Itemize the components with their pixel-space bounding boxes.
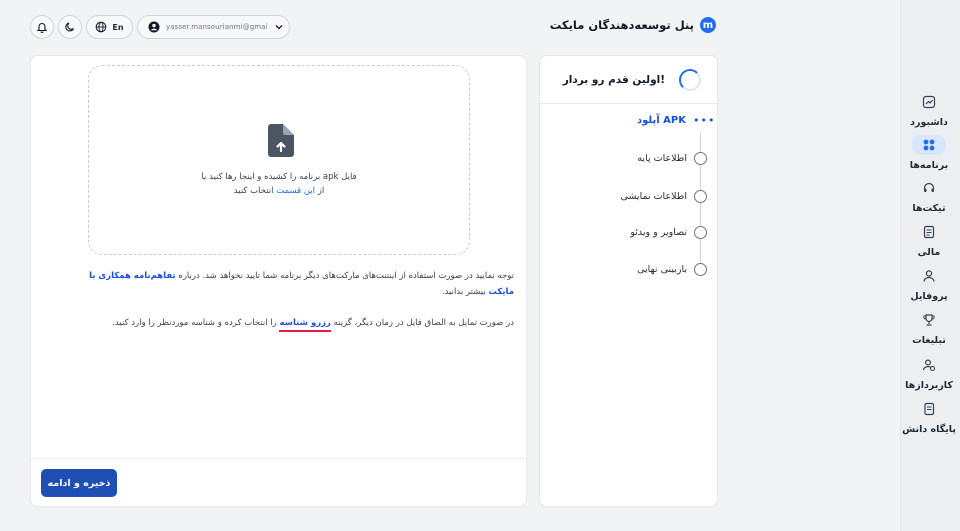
step-upload-apk[interactable]: آپلود APK ••• (637, 114, 716, 127)
account-email: yasser.mansourianmi@gmail.c... (166, 23, 268, 31)
brand[interactable]: m پنل توسعه‌دهندگان مایکت (550, 17, 716, 33)
sidebar-item-dashboard[interactable]: داشبورد (902, 92, 956, 128)
myket-logo: m (700, 17, 716, 33)
step-circle-icon (694, 226, 707, 239)
account-icon (148, 21, 160, 33)
dark-mode-toggle[interactable] (58, 15, 82, 39)
notice-text: بیشتر بدانید. (441, 287, 486, 297)
step-label: بازبینی نهایی (637, 264, 687, 275)
page-title: پنل توسعه‌دهندگان مایکت (549, 18, 694, 32)
dropzone-instruction: فایل apk برنامه را کشیده و اینجا رها کنی… (201, 172, 357, 182)
step-circle-icon (694, 263, 707, 276)
steps-header: اولین قدم رو بردار! (540, 56, 717, 104)
sidebar-item-label: برنامه‌ها (909, 160, 949, 171)
notice-text: در صورت تمایل به الصاق فایل در زمان دیگر… (333, 318, 514, 328)
sidebar-item-ads[interactable]: تبلیغات (902, 310, 956, 346)
step-final-review[interactable]: بازبینی نهایی (637, 263, 707, 276)
sidebar-item-label: تبلیغات (912, 335, 946, 346)
save-and-continue-button[interactable]: ذخیره و ادامه (41, 469, 117, 497)
sidebar-item-tickets[interactable]: تیکت‌ها (902, 178, 956, 214)
sidebar: داشبورد برنامه‌ها تیکت‌ها مالی پروفایل ت… (900, 0, 960, 531)
sidebar-item-knowledge-base[interactable]: پایگاه دانش (902, 399, 956, 435)
step-basic-info[interactable]: اطلاعات پایه (637, 152, 707, 165)
step-circle-icon (694, 152, 707, 165)
step-label: تصاویر و ویدئو (630, 227, 687, 238)
account-menu-button[interactable]: yasser.mansourianmi@gmail.c... (137, 15, 290, 39)
more-dots-icon: ••• (693, 114, 716, 127)
sidebar-item-apps[interactable]: برنامه‌ها (902, 135, 956, 171)
language-switch-button[interactable]: En (86, 15, 133, 39)
notice-text: توجه نمایید در صورت استفاده از اینتنت‌ها… (178, 271, 514, 281)
select-file-link[interactable]: این قسمت (276, 186, 315, 196)
sidebar-item-label: مالی (917, 247, 941, 258)
reserve-id-notice: در صورت تمایل به الصاق فایل در زمان دیگر… (61, 315, 514, 332)
notifications-button[interactable] (30, 15, 54, 39)
chevron-down-icon (275, 25, 283, 30)
sidebar-item-label: پایگاه دانش (902, 424, 956, 435)
sidebar-item-label: کاربردازها (905, 380, 953, 391)
apk-dropzone[interactable]: فایل apk برنامه را کشیده و اینجا رها کنی… (88, 65, 470, 255)
upload-panel: فایل apk برنامه را کشیده و اینجا رها کنی… (30, 55, 527, 507)
language-label: En (112, 22, 124, 32)
trophy-icon (912, 310, 946, 330)
progress-ring-icon (679, 68, 701, 91)
globe-icon (96, 21, 107, 33)
reserve-id-link[interactable]: رزرو شناسه (279, 318, 331, 332)
dropzone-select-line: از این قسمت انتخاب کنید (234, 186, 324, 196)
moon-icon (65, 22, 75, 32)
sidebar-item-label: داشبورد (910, 117, 948, 128)
steps-title: اولین قدم رو بردار! (562, 73, 665, 86)
sidebar-item-profile[interactable]: پروفایل (902, 266, 956, 302)
headset-icon (912, 178, 946, 198)
divider (31, 458, 526, 459)
chart-icon (912, 92, 946, 112)
dropzone-prefix: از (317, 186, 325, 196)
step-images-video[interactable]: تصاویر و ویدئو (630, 226, 707, 239)
step-circle-icon (694, 190, 707, 203)
user-icon (912, 266, 946, 286)
apps-grid-icon (912, 135, 946, 155)
file-upload-icon (268, 124, 294, 157)
steps-panel: اولین قدم رو بردار! آپلود APK ••• اطلاعا… (539, 55, 718, 507)
book-icon (912, 399, 946, 419)
sidebar-item-users[interactable]: کاربردازها (902, 355, 956, 391)
sidebar-item-finance[interactable]: مالی (902, 222, 956, 258)
sidebar-item-label: پروفایل (910, 291, 948, 302)
step-label: آپلود APK (637, 115, 686, 126)
users-gear-icon (912, 355, 946, 375)
document-icon (912, 222, 946, 242)
bell-icon (36, 23, 48, 33)
dropzone-suffix: انتخاب کنید (233, 186, 274, 196)
step-display-info[interactable]: اطلاعات نمایشی (621, 190, 707, 203)
intent-notice: توجه نمایید در صورت استفاده از اینتنت‌ها… (61, 268, 514, 300)
notice-text: را انتخاب کرده و شناسه موردنظر را وارد ک… (112, 318, 277, 328)
sidebar-item-label: تیکت‌ها (912, 203, 946, 214)
step-label: اطلاعات پایه (637, 153, 687, 164)
step-label: اطلاعات نمایشی (620, 191, 687, 202)
